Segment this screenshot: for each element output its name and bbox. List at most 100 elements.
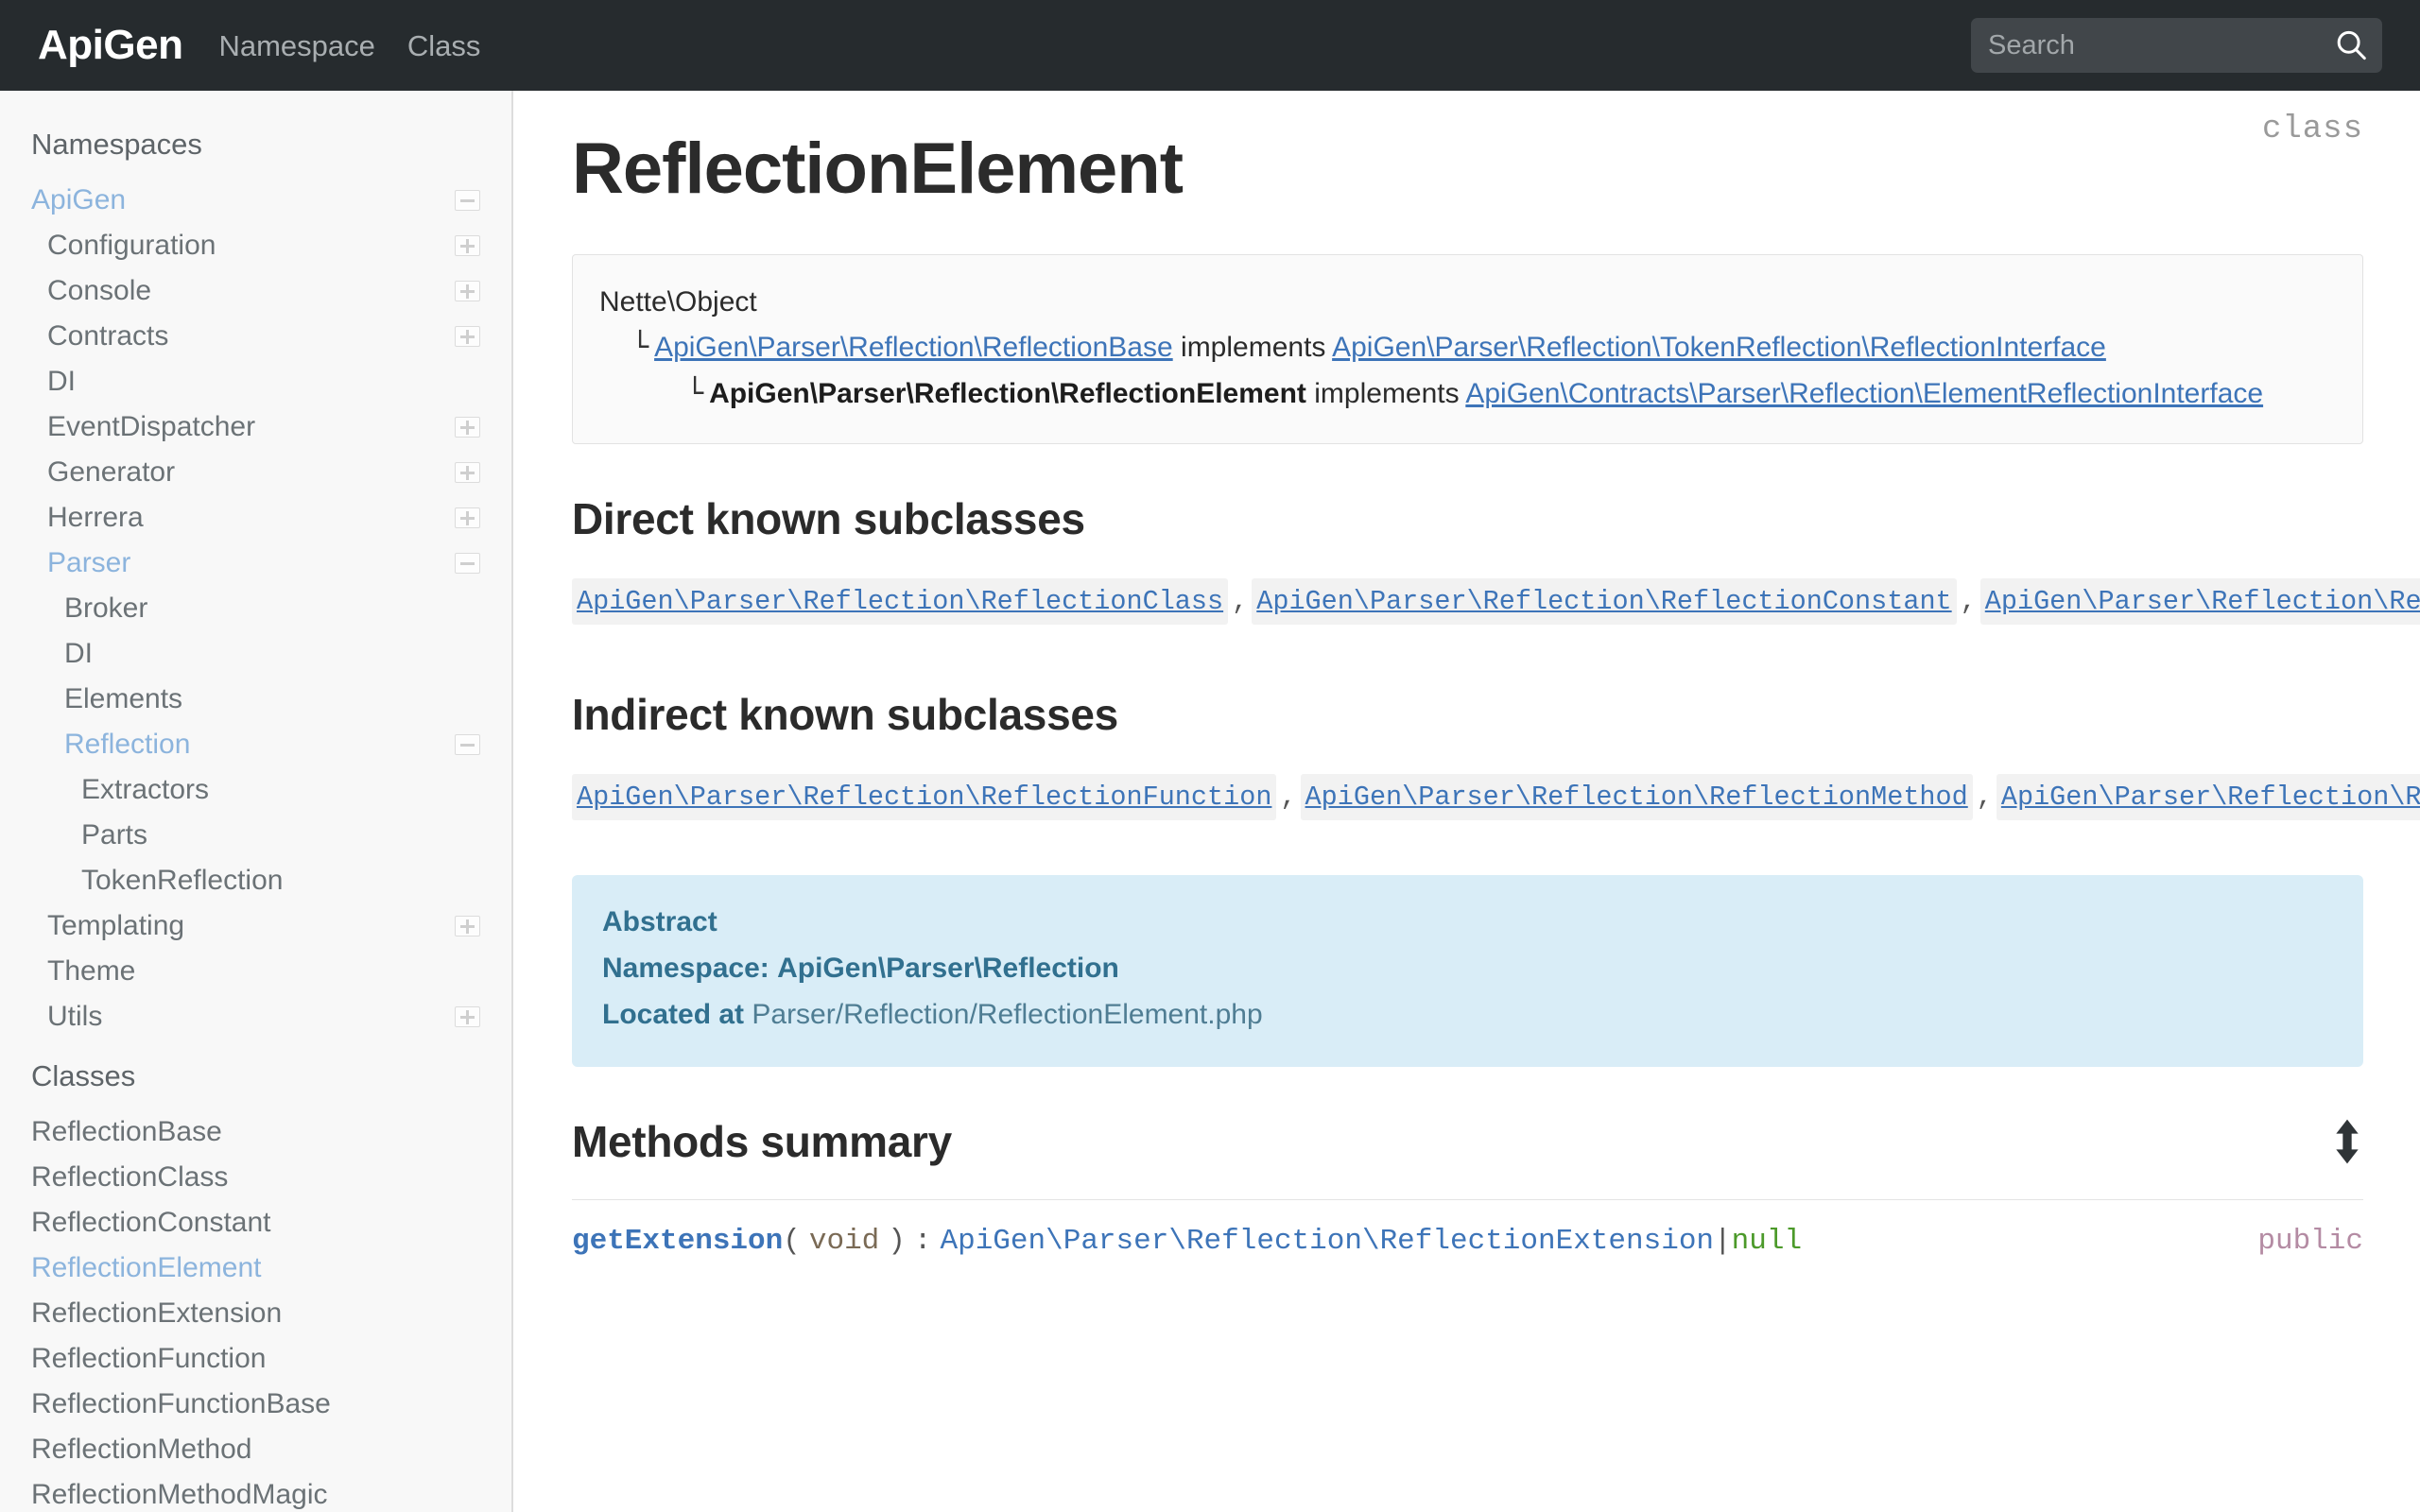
search-box[interactable] [1971, 18, 2397, 73]
page-title: ReflectionElement [572, 129, 1184, 209]
subclass-link[interactable]: ApiGen\Parser\Reflection\ReflectionFunct… [572, 774, 1277, 821]
sidebar-namespace-label: Templating [47, 909, 185, 941]
sort-updown-icon[interactable] [2331, 1118, 2363, 1165]
sidebar-class-label: ReflectionConstant [31, 1206, 271, 1238]
collapse-icon[interactable] [455, 189, 480, 211]
sidebar-namespace-item[interactable]: EventDispatcher [0, 404, 511, 450]
sidebar-namespace-item[interactable]: Generator [0, 450, 511, 495]
expand-icon[interactable] [455, 507, 480, 528]
sidebar-namespace-label: Contracts [47, 319, 169, 352]
sidebar-namespace-label: Parser [47, 546, 131, 578]
collapse-icon[interactable] [455, 733, 480, 755]
sidebar-class-item[interactable]: ReflectionExtension [0, 1291, 511, 1336]
sidebar-namespace-item[interactable]: Broker [0, 586, 511, 631]
sidebar-namespace-label: Theme [47, 954, 136, 987]
top-navbar: ApiGen Namespace Class [0, 0, 2420, 91]
sidebar-namespace-item[interactable]: Configuration [0, 223, 511, 268]
abstract-row: Abstract [602, 900, 2333, 946]
sidebar-namespace-item[interactable]: Contracts [0, 314, 511, 359]
sidebar-class-item[interactable]: ReflectionConstant [0, 1200, 511, 1246]
method-signature: getExtension(void): ApiGen\Parser\Reflect… [572, 1225, 1802, 1258]
method-row[interactable]: getExtension(void): ApiGen\Parser\Reflect… [572, 1200, 2363, 1258]
sidebar-namespace-item[interactable]: Templating [0, 903, 511, 949]
namespace-value: ApiGen\Parser\Reflection [777, 953, 1119, 985]
expand-icon[interactable] [455, 915, 480, 936]
subclass-link[interactable]: ApiGen\Parser\Reflection\ReflectionFunct… [1979, 578, 2420, 626]
sidebar-namespace-item[interactable]: Herrera [0, 495, 511, 541]
sidebar-class-item[interactable]: ReflectionElement [0, 1246, 511, 1291]
sidebar-namespace-item[interactable]: Parts [0, 813, 511, 858]
class-info-box: Abstract Namespace: ApiGen\Parser\Reflec… [572, 875, 2363, 1068]
sidebar-namespace-item[interactable]: Parser [0, 541, 511, 586]
subclass-link[interactable]: ApiGen\Parser\Reflection\ReflectionConst… [1252, 578, 1957, 626]
collapse-icon[interactable] [455, 552, 480, 574]
subclass-link[interactable]: ApiGen\Parser\Reflection\ReflectionClass [572, 578, 1229, 626]
sidebar-namespace-item[interactable]: DI [0, 359, 511, 404]
sidebar-namespace-label: DI [64, 637, 93, 669]
tree-level-1-interface[interactable]: ApiGen\Parser\Reflection\TokenReflection… [1332, 332, 2106, 363]
namespaces-heading: Namespaces [31, 128, 202, 161]
sidebar-namespace-label: Parts [81, 818, 148, 850]
subclass-separator: , [1232, 586, 1249, 618]
brand-logo[interactable]: ApiGen [38, 25, 183, 66]
expand-icon[interactable] [455, 1005, 480, 1027]
sidebar-namespace-item[interactable]: TokenReflection [0, 858, 511, 903]
methods-rows: getExtension(void): ApiGen\Parser\Reflect… [572, 1200, 2363, 1258]
tree-level-2-interface[interactable]: ApiGen\Contracts\Parser\Reflection\Eleme… [1465, 378, 2263, 409]
expand-icon[interactable] [455, 280, 480, 301]
search-input[interactable] [1971, 18, 2397, 73]
method-colon: : [913, 1225, 932, 1259]
sidebar-namespace-item[interactable]: Utils [0, 994, 511, 1040]
method-pipe: | [1714, 1225, 1732, 1259]
sidebar-namespace-item[interactable]: Reflection [0, 722, 511, 767]
sidebar-namespace-item[interactable]: Theme [0, 949, 511, 994]
expand-icon[interactable] [455, 461, 480, 483]
sidebar-namespace-item[interactable]: DI [0, 631, 511, 677]
sidebar-class-item[interactable]: ReflectionClass [0, 1155, 511, 1200]
namespace-row: Namespace: ApiGen\Parser\Reflection [602, 946, 2333, 992]
sidebar-class-label: ReflectionExtension [31, 1297, 283, 1329]
sidebar-class-label: ReflectionElement [31, 1251, 262, 1283]
nav-link-class[interactable]: Class [407, 31, 481, 60]
sidebar-namespace-label: EventDispatcher [47, 410, 256, 442]
method-open-paren: ( [783, 1225, 801, 1259]
expand-icon[interactable] [455, 234, 480, 256]
expand-icon[interactable] [455, 416, 480, 438]
sidebar-namespace-label: Console [47, 274, 152, 306]
sidebar-namespace-label: Generator [47, 455, 176, 488]
sidebar-class-item[interactable]: ReflectionMethodMagic [0, 1472, 511, 1512]
sidebar-namespace-label: Configuration [47, 229, 216, 261]
method-params: void [808, 1225, 880, 1259]
nav-link-namespace[interactable]: Namespace [218, 31, 374, 60]
sidebar: Namespaces ApiGen Configuration Console Con… [0, 91, 513, 1512]
sidebar-class-item[interactable]: ReflectionFunction [0, 1336, 511, 1382]
subclass-link[interactable]: ApiGen\Parser\Reflection\ReflectionMetho… [1996, 774, 2420, 821]
sidebar-namespace-item[interactable]: Elements [0, 677, 511, 722]
sidebar-namespace-label: TokenReflection [81, 864, 284, 896]
method-close-paren: ) [888, 1225, 906, 1259]
methods-summary-header: Methods summary [572, 1116, 2363, 1167]
method-name: getExtension [572, 1225, 784, 1259]
sidebar-namespace-item[interactable]: ApiGen [0, 178, 511, 223]
tree-level-2-class: ApiGen\Parser\Reflection\ReflectionEleme… [709, 377, 1306, 409]
tree-level-1-class[interactable]: ApiGen\Parser\Reflection\ReflectionBase [654, 332, 1173, 363]
sidebar-namespace-label: ApiGen [31, 183, 127, 215]
sidebar-namespace-item[interactable]: Extractors [0, 767, 511, 813]
direct-subclasses-title: Direct known subclasses [572, 494, 1085, 544]
sidebar-namespace-item[interactable]: Console [0, 268, 511, 314]
located-row: Located at Parser/Reflection/ReflectionE… [602, 992, 2333, 1039]
sidebar-class-item[interactable]: ReflectionFunctionBase [0, 1382, 511, 1427]
subclass-separator: , [1976, 782, 1993, 814]
tree-root: Nette\Object [599, 285, 757, 318]
classes-heading: Classes [31, 1058, 136, 1092]
method-nullable: null [1731, 1225, 1803, 1259]
subclass-link[interactable]: ApiGen\Parser\Reflection\ReflectionMetho… [1300, 774, 1973, 821]
sidebar-class-item[interactable]: ReflectionMethod [0, 1427, 511, 1472]
subclass-separator: , [1960, 586, 1977, 618]
sidebar-class-label: ReflectionMethodMagic [31, 1478, 328, 1510]
indirect-subclasses-title: Indirect known subclasses [572, 690, 1118, 740]
sidebar-class-item[interactable]: ReflectionBase [0, 1109, 511, 1155]
expand-icon[interactable] [455, 325, 480, 347]
tree-level-2-implements-keyword: implements [1314, 377, 1460, 409]
namespace-tree: ApiGen Configuration Console Contracts DI Eve… [0, 178, 511, 1040]
